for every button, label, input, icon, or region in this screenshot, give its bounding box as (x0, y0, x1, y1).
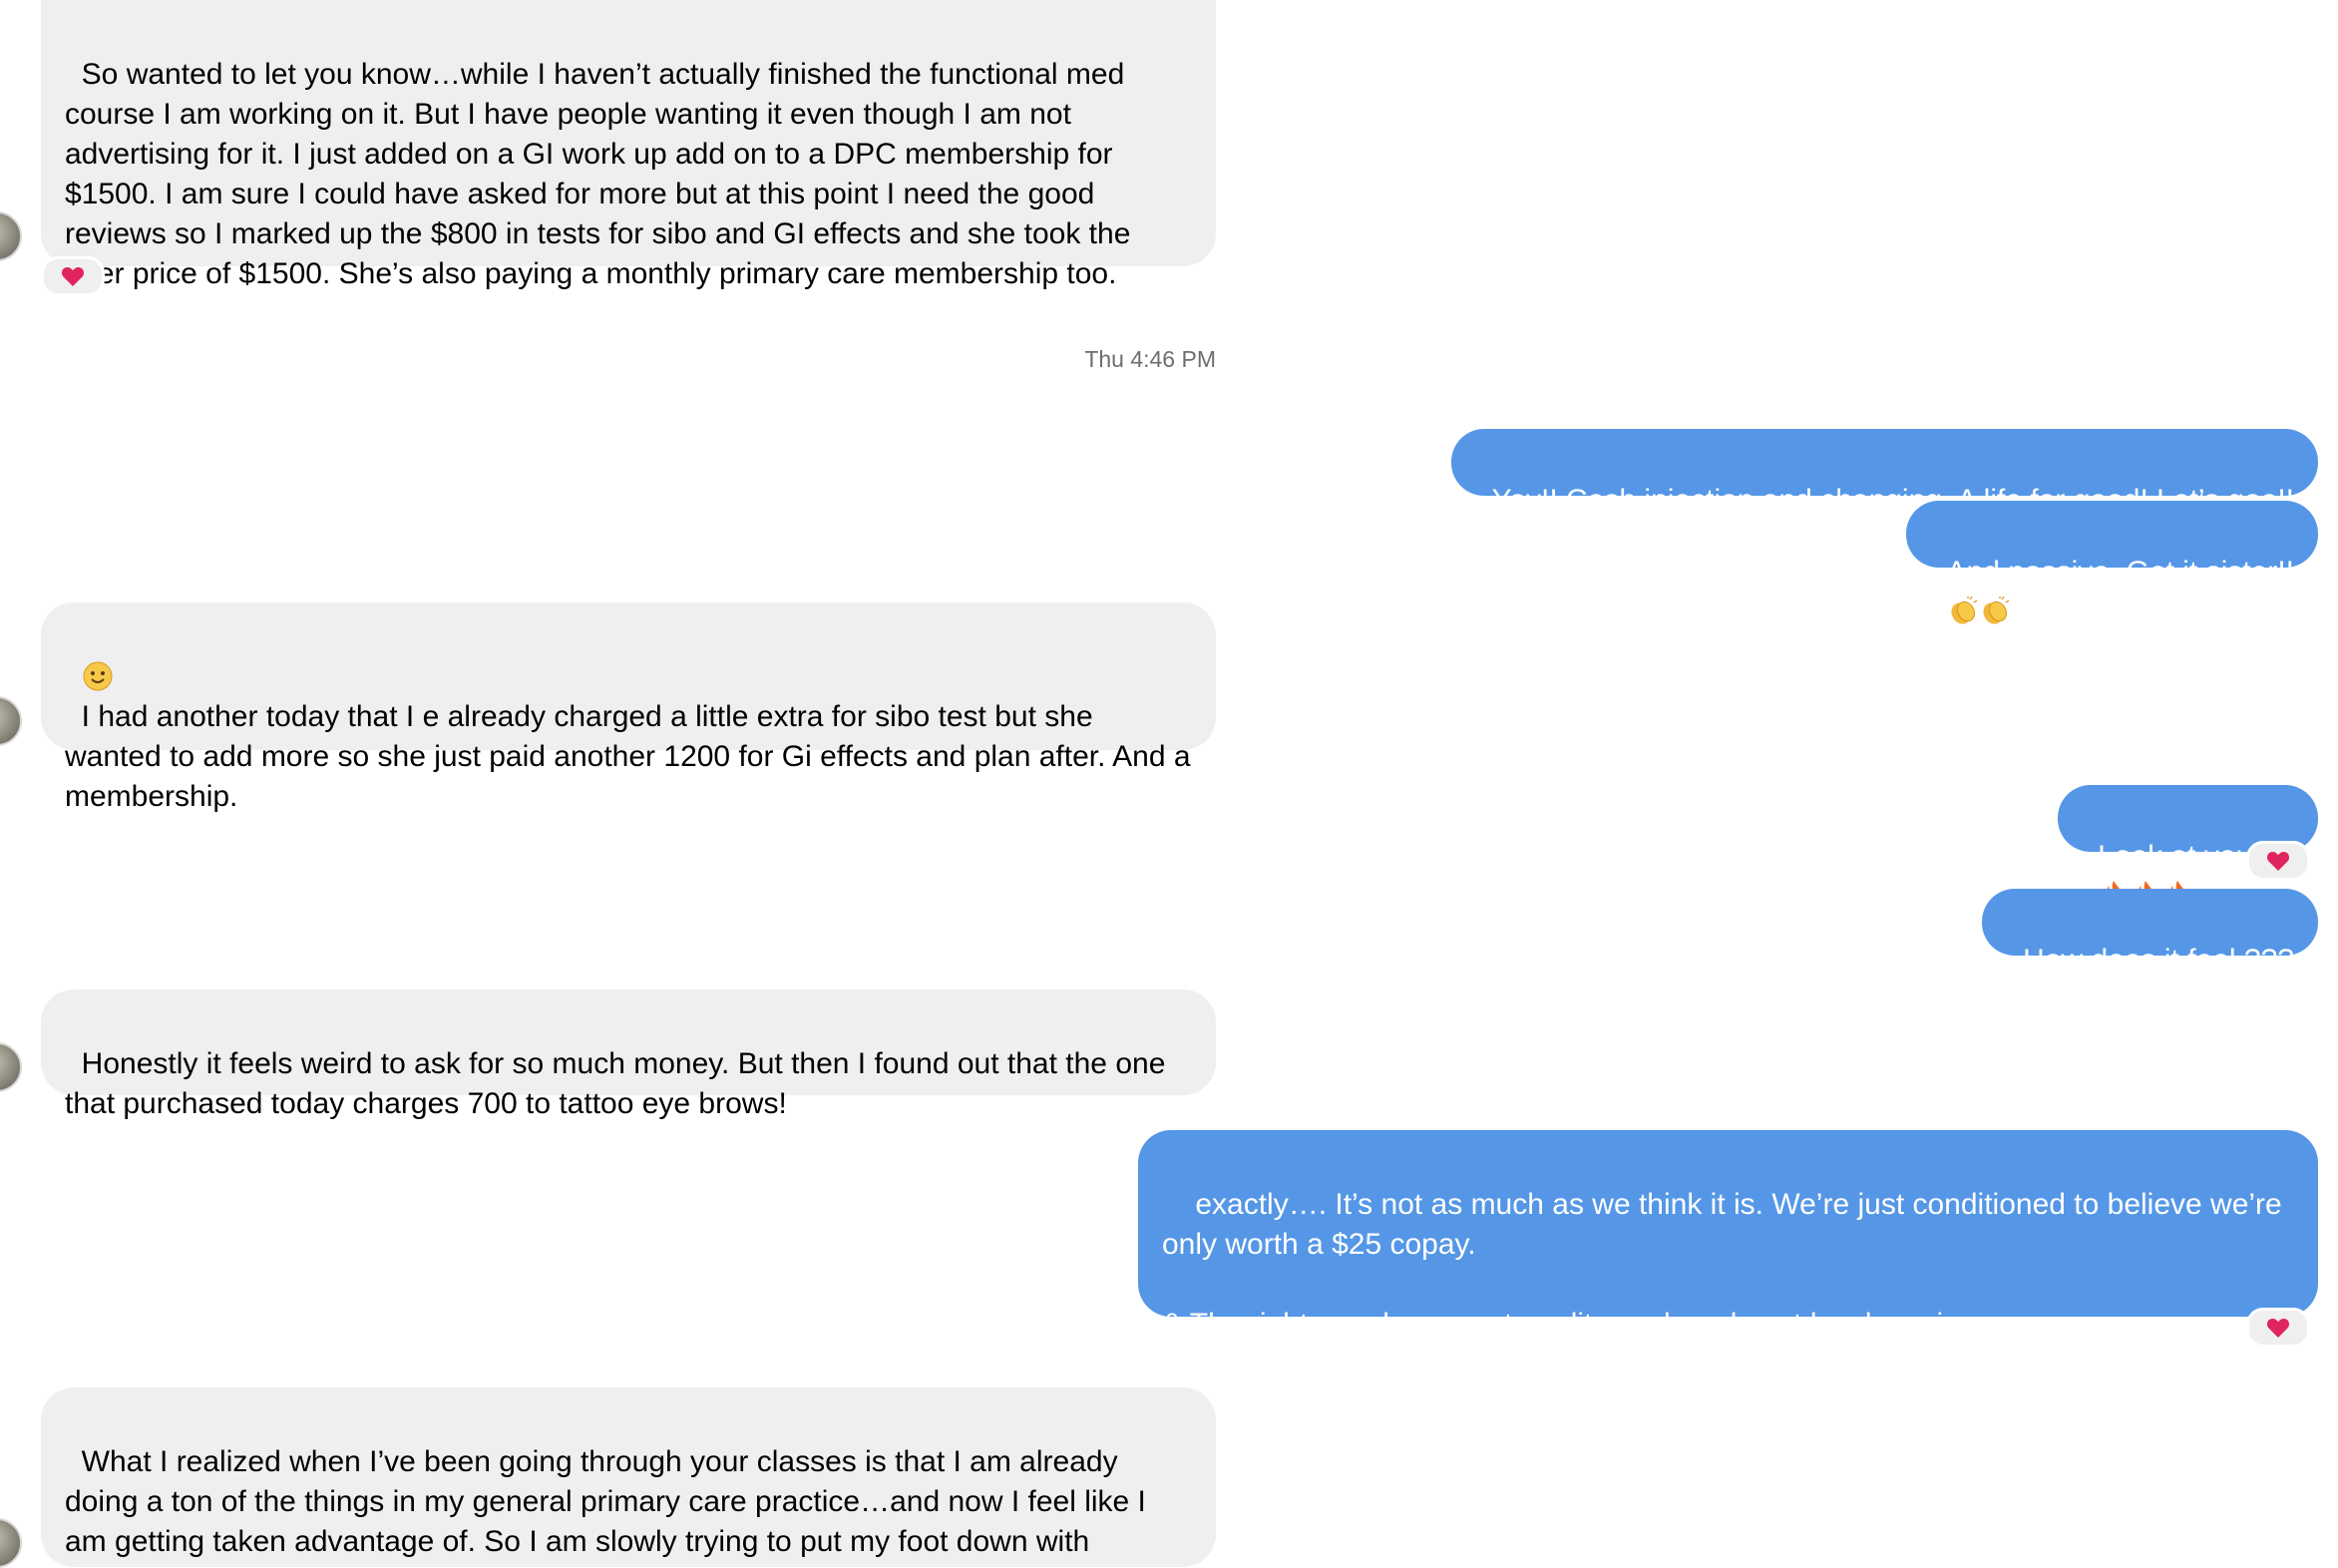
slightly-smiling-face-icon (83, 661, 113, 691)
outgoing-message[interactable]: Yay!! Cash injection and changing. A lif… (1450, 429, 2318, 517)
incoming-message[interactable]: What I realized when I’ve been going thr… (41, 1387, 1216, 1567)
heart-icon (2266, 852, 2290, 871)
message-text: I had another today that I e already cha… (65, 700, 1199, 813)
contact-avatar[interactable] (0, 1518, 22, 1568)
heart-reaction[interactable] (2246, 841, 2310, 881)
message-text: And passive. Get it sister!! (1946, 556, 2294, 588)
heart-icon (61, 267, 85, 286)
contact-avatar[interactable] (0, 1042, 22, 1092)
message-text: exactly…. It’s not as much as we think i… (1162, 1188, 2282, 1341)
message-text: Honestly it feels weird to ask for so mu… (65, 1047, 1174, 1120)
incoming-message[interactable]: Honestly it feels weird to ask for so mu… (41, 989, 1216, 1120)
contact-avatar[interactable] (0, 696, 22, 746)
heart-icon (2266, 1319, 2290, 1338)
heart-reaction[interactable] (2246, 1308, 2310, 1348)
clapping-hands-icon (1982, 596, 2009, 624)
incoming-message[interactable]: I had another today that I e already cha… (41, 602, 1216, 813)
incoming-message[interactable]: So wanted to let you know…while I haven’… (41, 0, 1216, 290)
outgoing-message[interactable]: And passive. Get it sister!! (1905, 501, 2318, 624)
clapping-hands-icon (1950, 596, 1977, 624)
message-text: What I realized when I’ve been going thr… (65, 1445, 1155, 1558)
outgoing-message[interactable]: How does it feel ??? (1982, 889, 2318, 977)
outgoing-message[interactable]: exactly…. It’s not as much as we think i… (1138, 1130, 2318, 1341)
contact-avatar[interactable] (0, 211, 22, 261)
message-text: So wanted to let you know…while I haven’… (65, 58, 1139, 290)
heart-reaction[interactable] (41, 256, 105, 296)
message-timestamp: Thu 4:46 PM (1084, 346, 1216, 372)
message-text: How does it feel ??? (2023, 944, 2294, 977)
